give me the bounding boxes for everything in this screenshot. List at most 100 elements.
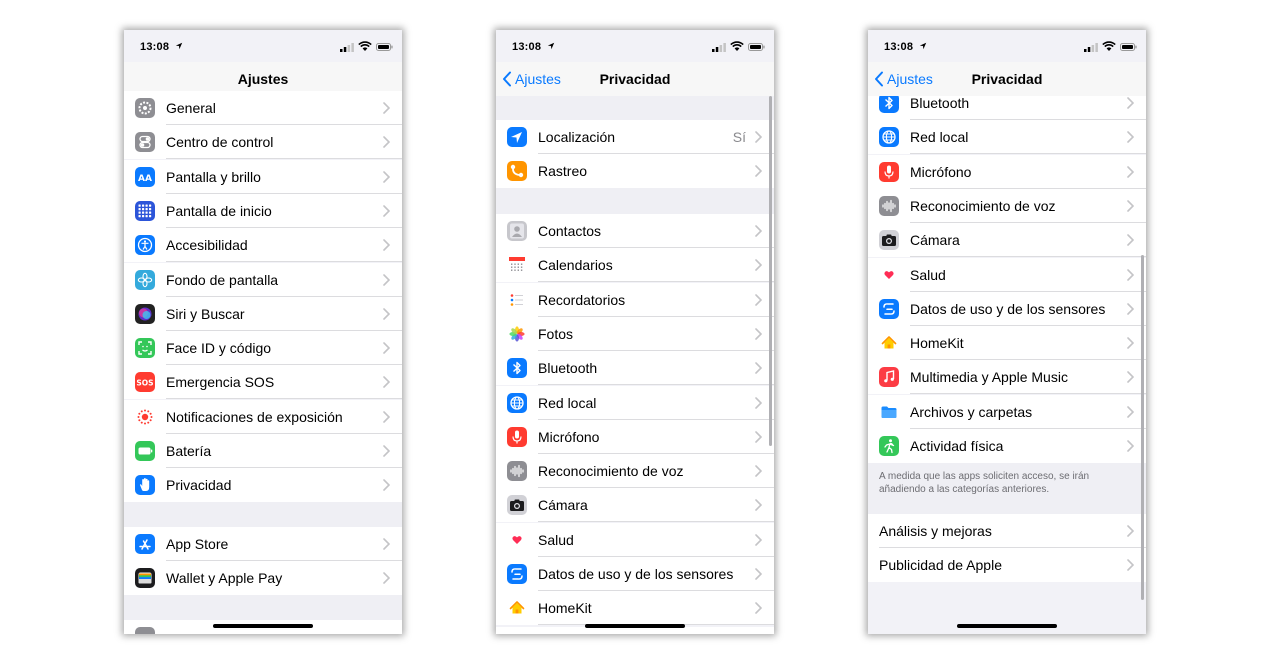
globe-icon: [879, 127, 899, 148]
list-item-app-store[interactable]: App Store: [124, 527, 402, 561]
list-item-recordatorios[interactable]: Recordatorios: [496, 282, 774, 317]
list-item-privacidad[interactable]: Privacidad: [124, 468, 402, 503]
chevron-right-icon: [1127, 337, 1134, 349]
scroll-indicator[interactable]: [769, 96, 772, 446]
list-item-bateria[interactable]: Batería: [124, 434, 402, 468]
item-label: Red local: [538, 394, 597, 411]
list-item-publicidad[interactable]: Publicidad de Apple: [868, 548, 1146, 582]
item-label: Wallet y Apple Pay: [166, 570, 283, 587]
list-item-analisis[interactable]: Análisis y mejoras: [868, 514, 1146, 548]
list-item-fondo-de-pantalla[interactable]: Fondo de pantalla: [124, 262, 402, 297]
list-item-pantalla-y-brillo[interactable]: AA Pantalla y brillo: [124, 159, 402, 194]
list-item-localizacion[interactable]: Localización Sí: [496, 120, 774, 154]
item-label: Siri y Buscar: [166, 305, 245, 322]
list-item-reconocimiento-de-voz[interactable]: Reconocimiento de voz: [868, 188, 1146, 223]
list-item-centro-de-control[interactable]: Centro de control: [124, 125, 402, 160]
contacts-icon: [507, 221, 527, 241]
battery-status-icon: [748, 43, 765, 51]
item-label: Salud: [910, 266, 946, 283]
svg-text:AA: AA: [138, 174, 152, 184]
list-item-camara[interactable]: Cámara: [868, 223, 1146, 258]
location-icon: [507, 127, 527, 147]
list-item-homekit[interactable]: HomeKit: [496, 591, 774, 626]
chevron-right-icon: [1127, 165, 1134, 178]
item-label: Multimedia y Apple Music: [910, 369, 1068, 386]
item-label: Cámara: [538, 497, 588, 514]
chevron-right-icon: [755, 328, 762, 340]
item-label: Publicidad de Apple: [879, 557, 1002, 573]
chevron-right-icon: [755, 225, 762, 237]
bluetooth-icon: [507, 358, 527, 379]
list-item-datos-de-uso-y-de-los-sensores[interactable]: Datos de uso y de los sensores: [868, 291, 1146, 326]
item-label: Notificaciones de exposición: [166, 408, 343, 425]
list-item-accesibilidad[interactable]: Accesibilidad: [124, 228, 402, 263]
list-item-microfono[interactable]: Micrófono: [496, 419, 774, 454]
list-item-reconocimiento-de-voz[interactable]: Reconocimiento de voz: [496, 454, 774, 489]
page-title: Privacidad: [971, 71, 1043, 87]
item-label: Centro de control: [166, 134, 274, 151]
app-store-icon: [135, 534, 155, 554]
location-arrow-icon: [919, 42, 927, 50]
chevron-right-icon: [755, 362, 762, 374]
list-item-general[interactable]: General: [124, 91, 402, 125]
item-value: Sí: [732, 129, 746, 145]
list-item-salud[interactable]: Salud: [868, 257, 1146, 292]
wifi-icon: [730, 41, 744, 51]
waveform-icon: [879, 195, 899, 216]
navigation-bar: Ajustes Privacidad: [868, 62, 1146, 96]
chevron-right-icon: [383, 410, 390, 423]
scroll-indicator[interactable]: [1141, 255, 1144, 600]
chevron-right-icon: [383, 445, 390, 457]
list-item-rastreo[interactable]: Rastreo: [496, 154, 774, 188]
chevron-right-icon: [1127, 371, 1134, 384]
list-item-wallet-y-apple-pay[interactable]: Wallet y Apple Pay: [124, 561, 402, 596]
home-icon: [507, 598, 527, 619]
sensor-icon: [507, 564, 527, 584]
bluetooth-icon: [879, 93, 899, 113]
chevron-right-icon: [1127, 131, 1134, 144]
list-item-actividad-fisica[interactable]: Actividad física: [868, 429, 1146, 463]
heart-icon: [507, 529, 527, 550]
list-item-salud[interactable]: Salud: [496, 522, 774, 557]
item-label: Reconocimiento de voz: [910, 197, 1056, 214]
list-item-datos-de-uso-y-de-los-sensores[interactable]: Datos de uso y de los sensores: [496, 557, 774, 591]
status-bar: 13:08: [124, 30, 402, 62]
list-item-multimedia-y-apple-music[interactable]: Multimedia y Apple Music: [868, 360, 1146, 395]
list-item-notificaciones-de-exposicion[interactable]: Notificaciones de exposición: [124, 399, 402, 434]
item-label: Archivos y carpetas: [910, 403, 1033, 420]
page-title: Privacidad: [599, 71, 671, 87]
item-label: Fotos: [538, 325, 574, 342]
chevron-right-icon: [383, 102, 390, 114]
wallet-icon: [135, 568, 155, 589]
list-item-red-local[interactable]: Red local: [496, 385, 774, 420]
list-item-camara[interactable]: Cámara: [496, 488, 774, 523]
item-label: HomeKit: [538, 600, 592, 617]
list-item-red-local[interactable]: Red local: [868, 120, 1146, 155]
sensor-icon: [879, 298, 899, 319]
list-item-calendarios[interactable]: Calendarios: [496, 248, 774, 283]
list-item-face-id-y-codigo[interactable]: Face ID y código: [124, 331, 402, 366]
list-item-pantalla-de-inicio[interactable]: Pantalla de inicio: [124, 193, 402, 228]
phone-screen-ajustes: 13:08 Ajustes General Centro de control AA…: [124, 30, 402, 634]
item-label: Batería: [166, 443, 212, 459]
folder-icon: [879, 401, 899, 422]
list-item-homekit[interactable]: HomeKit: [868, 326, 1146, 361]
list-item-siri-y-buscar[interactable]: Siri y Buscar: [124, 296, 402, 331]
waveform-icon: [507, 461, 527, 482]
list-item-fotos[interactable]: Fotos: [496, 316, 774, 351]
chevron-right-icon: [755, 131, 762, 143]
item-label: Análisis y mejoras: [879, 523, 992, 539]
list-item-microfono[interactable]: Micrófono: [868, 154, 1146, 189]
location-arrow-icon: [175, 42, 183, 50]
section-gap: [496, 96, 774, 120]
location-arrow-icon: [547, 42, 555, 50]
list-item-emergencia-sos[interactable]: SOS Emergencia SOS: [124, 365, 402, 400]
status-time: 13:08: [512, 41, 542, 53]
item-label: Bluetooth: [538, 360, 598, 377]
list-item-archivos-y-carpetas[interactable]: Archivos y carpetas: [868, 394, 1146, 429]
svg-text:SOS: SOS: [136, 379, 153, 388]
list-item-contactos[interactable]: Contactos: [496, 214, 774, 248]
chevron-right-icon: [755, 396, 762, 409]
list-item-bluetooth[interactable]: Bluetooth: [496, 351, 774, 386]
item-label: Micrófono: [910, 163, 972, 180]
